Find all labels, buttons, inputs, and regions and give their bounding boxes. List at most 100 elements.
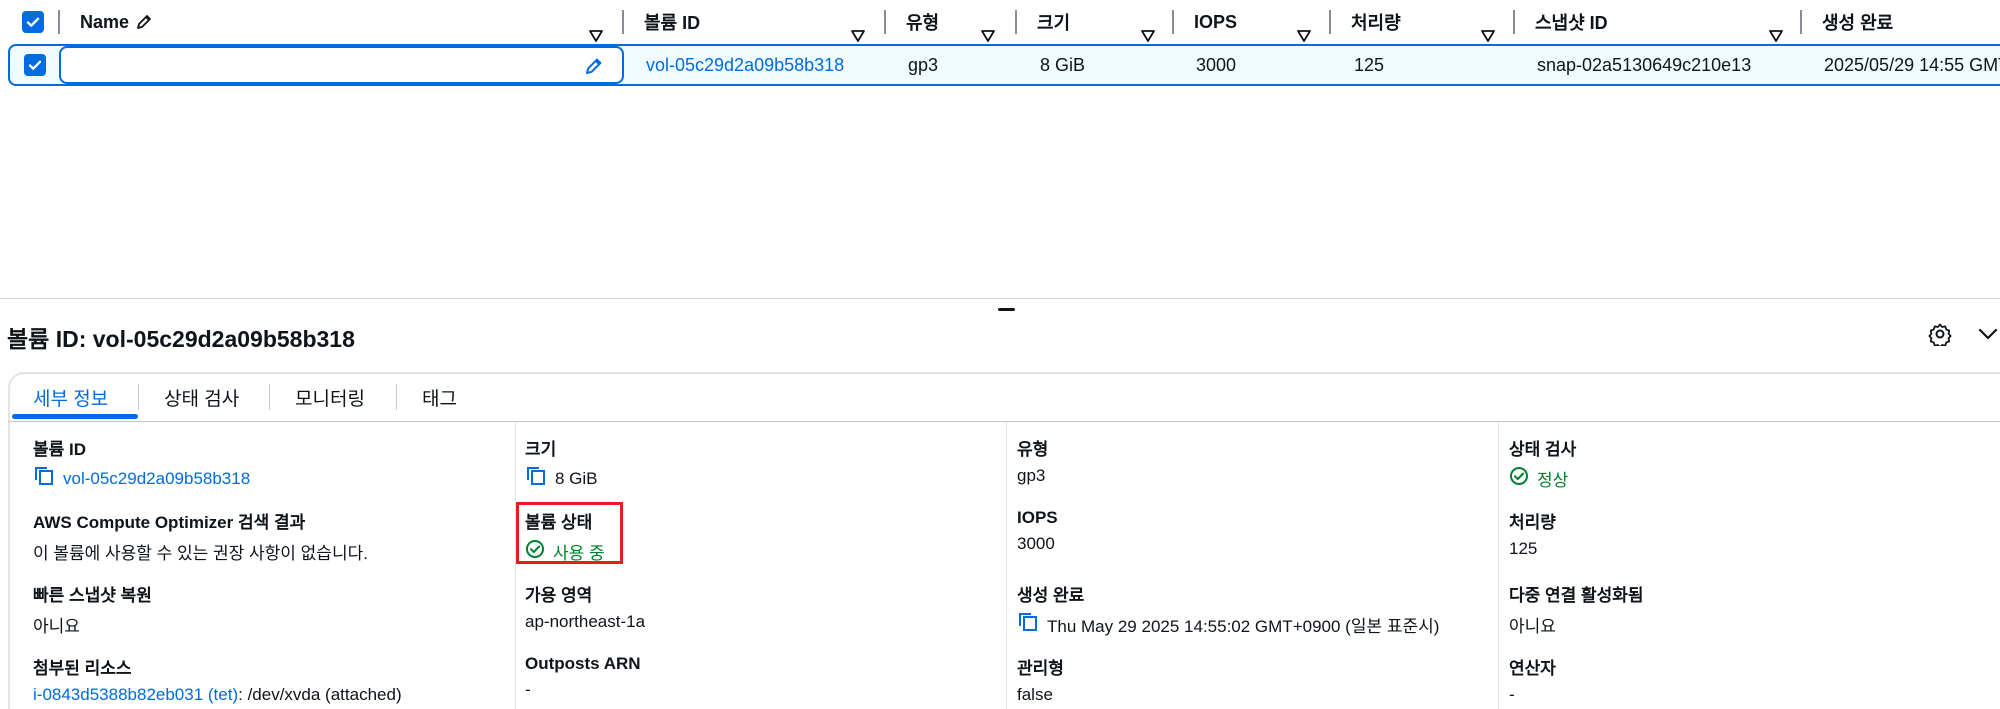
field-multi-attach: 다중 연결 활성화됨 아니요 xyxy=(1509,581,1644,637)
copy-icon[interactable] xyxy=(1017,612,1039,637)
tab-status-checks[interactable]: 상태 검사 xyxy=(164,384,239,411)
column-separator xyxy=(1800,10,1802,34)
type-cell: gp3 xyxy=(908,54,939,75)
tabs-divider xyxy=(8,421,2000,422)
table-header: Name 볼륨 ID 유형 크기 IOPS 처리량 스냅샷 ID 생성 완료 xyxy=(0,0,2000,44)
field-label: 생성 완료 xyxy=(1017,586,1085,605)
field-value: - xyxy=(1509,685,1515,704)
field-managed: 관리형 false xyxy=(1017,654,1064,705)
column-header-volume-id[interactable]: 볼륨 ID xyxy=(644,0,700,44)
volume-id-link[interactable]: vol-05c29d2a09b58b318 xyxy=(63,469,250,489)
column-header-label: 생성 완료 xyxy=(1822,13,1894,33)
field-value: vol-05c29d2a09b58b318 xyxy=(33,466,250,491)
field-availability-zone: 가용 영역 ap-northeast-1a xyxy=(525,581,645,632)
split-panel-divider xyxy=(0,298,2000,299)
field-label: 빠른 스냅샷 복원 xyxy=(33,586,152,605)
field-value: - xyxy=(525,680,531,699)
size-value: 8 GiB xyxy=(555,468,598,488)
column-separator xyxy=(884,10,886,34)
column-header-label: IOPS xyxy=(1194,11,1238,32)
column-header-snapshot-id[interactable]: 스냅샷 ID xyxy=(1535,0,1608,44)
field-label: Outposts ARN xyxy=(525,654,641,673)
volume-id-link[interactable]: vol-05c29d2a09b58b318 xyxy=(646,46,844,84)
field-value: 정상 xyxy=(1509,466,1576,491)
field-compute-optimizer: AWS Compute Optimizer 검색 결과 이 볼륨에 사용할 수 … xyxy=(33,508,368,564)
field-value: 아니요 xyxy=(1509,617,1556,636)
field-value: 8 GiB xyxy=(525,466,598,491)
column-header-label: 볼륨 ID xyxy=(644,13,701,33)
row-checkbox[interactable] xyxy=(24,54,46,76)
instance-link[interactable]: i-0843d5388b82eb031 (tet) xyxy=(33,685,238,705)
field-created: 생성 완료 Thu May 29 2025 14:55:02 GMT+0900 … xyxy=(1017,581,1439,637)
field-label: 첨부된 리소스 xyxy=(33,659,132,678)
field-value: gp3 xyxy=(1017,466,1046,485)
tab-separator xyxy=(138,384,139,410)
chevron-down-icon[interactable] xyxy=(1976,322,2000,346)
field-value: 아니요 xyxy=(33,617,80,636)
field-value: 3000 xyxy=(1017,534,1055,553)
field-label: 관리형 xyxy=(1017,659,1064,678)
field-throughput: 처리량 125 xyxy=(1509,508,1556,559)
column-separator xyxy=(1329,10,1331,34)
column-header-type[interactable]: 유형 xyxy=(906,0,939,44)
status-check-value: 정상 xyxy=(1537,471,1569,490)
field-type: 유형 gp3 xyxy=(1017,435,1048,486)
field-iops: IOPS 3000 xyxy=(1017,508,1058,554)
column-header-created[interactable]: 생성 완료 xyxy=(1822,0,1893,44)
column-separator xyxy=(58,10,60,34)
column-separator xyxy=(1172,10,1174,34)
success-check-icon xyxy=(1509,466,1529,491)
field-label: AWS Compute Optimizer 검색 결과 xyxy=(33,513,306,532)
device-text: : /dev/xvda (attached) xyxy=(238,685,402,704)
field-value: ap-northeast-1a xyxy=(525,612,646,631)
field-label: 처리량 xyxy=(1509,513,1556,532)
iops-cell: 3000 xyxy=(1196,54,1237,75)
tab-tags[interactable]: 태그 xyxy=(422,384,457,411)
column-header-label: Name xyxy=(80,11,130,32)
field-value: false xyxy=(1017,685,1053,704)
throughput-cell: 125 xyxy=(1354,54,1385,75)
field-operator: 연산자 - xyxy=(1509,654,1556,705)
column-divider xyxy=(1006,422,1007,709)
field-label: 크기 xyxy=(525,440,557,459)
settings-gear-icon[interactable] xyxy=(1928,322,1952,349)
size-cell: 8 GiB xyxy=(1040,54,1086,75)
field-value: 이 볼륨에 사용할 수 있는 권장 사항이 없습니다. xyxy=(33,544,368,563)
tab-monitoring[interactable]: 모니터링 xyxy=(295,384,365,411)
field-size: 크기 8 GiB xyxy=(525,435,598,491)
name-edit-input[interactable] xyxy=(59,46,624,84)
field-volume-id: 볼륨 ID vol-05c29d2a09b58b318 xyxy=(33,435,250,491)
copy-icon[interactable] xyxy=(33,466,55,491)
field-status-check: 상태 검사 정상 xyxy=(1509,435,1576,491)
column-header-label: 크기 xyxy=(1037,13,1071,33)
active-tab-indicator xyxy=(12,414,138,419)
tab-details[interactable]: 세부 정보 xyxy=(33,384,108,411)
highlight-annotation-box xyxy=(516,502,623,564)
copy-icon[interactable] xyxy=(525,466,547,491)
field-attached-resources: 첨부된 리소스 i-0843d5388b82eb031 (tet) : /dev… xyxy=(33,654,402,705)
created-value: Thu May 29 2025 14:55:02 GMT+0900 (일본 표준… xyxy=(1047,617,1440,636)
field-label: 상태 검사 xyxy=(1509,440,1577,459)
column-header-label: 스냅샷 ID xyxy=(1535,13,1608,33)
field-outposts-arn: Outposts ARN - xyxy=(525,654,641,700)
field-label: IOPS xyxy=(1017,508,1058,527)
field-label: 볼륨 ID xyxy=(33,440,87,459)
edit-pencil-icon[interactable] xyxy=(584,56,604,81)
column-header-name[interactable]: Name xyxy=(80,0,153,44)
pencil-icon xyxy=(135,13,153,31)
field-label: 다중 연결 활성화됨 xyxy=(1509,586,1644,605)
column-header-throughput[interactable]: 처리량 xyxy=(1351,0,1401,44)
resize-handle-icon[interactable] xyxy=(998,308,1015,311)
check-icon xyxy=(26,17,40,27)
field-label: 연산자 xyxy=(1509,659,1556,678)
column-separator xyxy=(1015,10,1017,34)
column-header-size[interactable]: 크기 xyxy=(1037,0,1070,44)
column-separator xyxy=(1513,10,1515,34)
column-header-label: 처리량 xyxy=(1351,13,1401,33)
field-label: 가용 영역 xyxy=(525,586,593,605)
column-divider xyxy=(515,422,516,709)
column-header-iops[interactable]: IOPS xyxy=(1194,0,1237,44)
column-separator xyxy=(622,10,624,34)
tab-separator xyxy=(269,384,270,410)
select-all-checkbox[interactable] xyxy=(22,11,44,33)
